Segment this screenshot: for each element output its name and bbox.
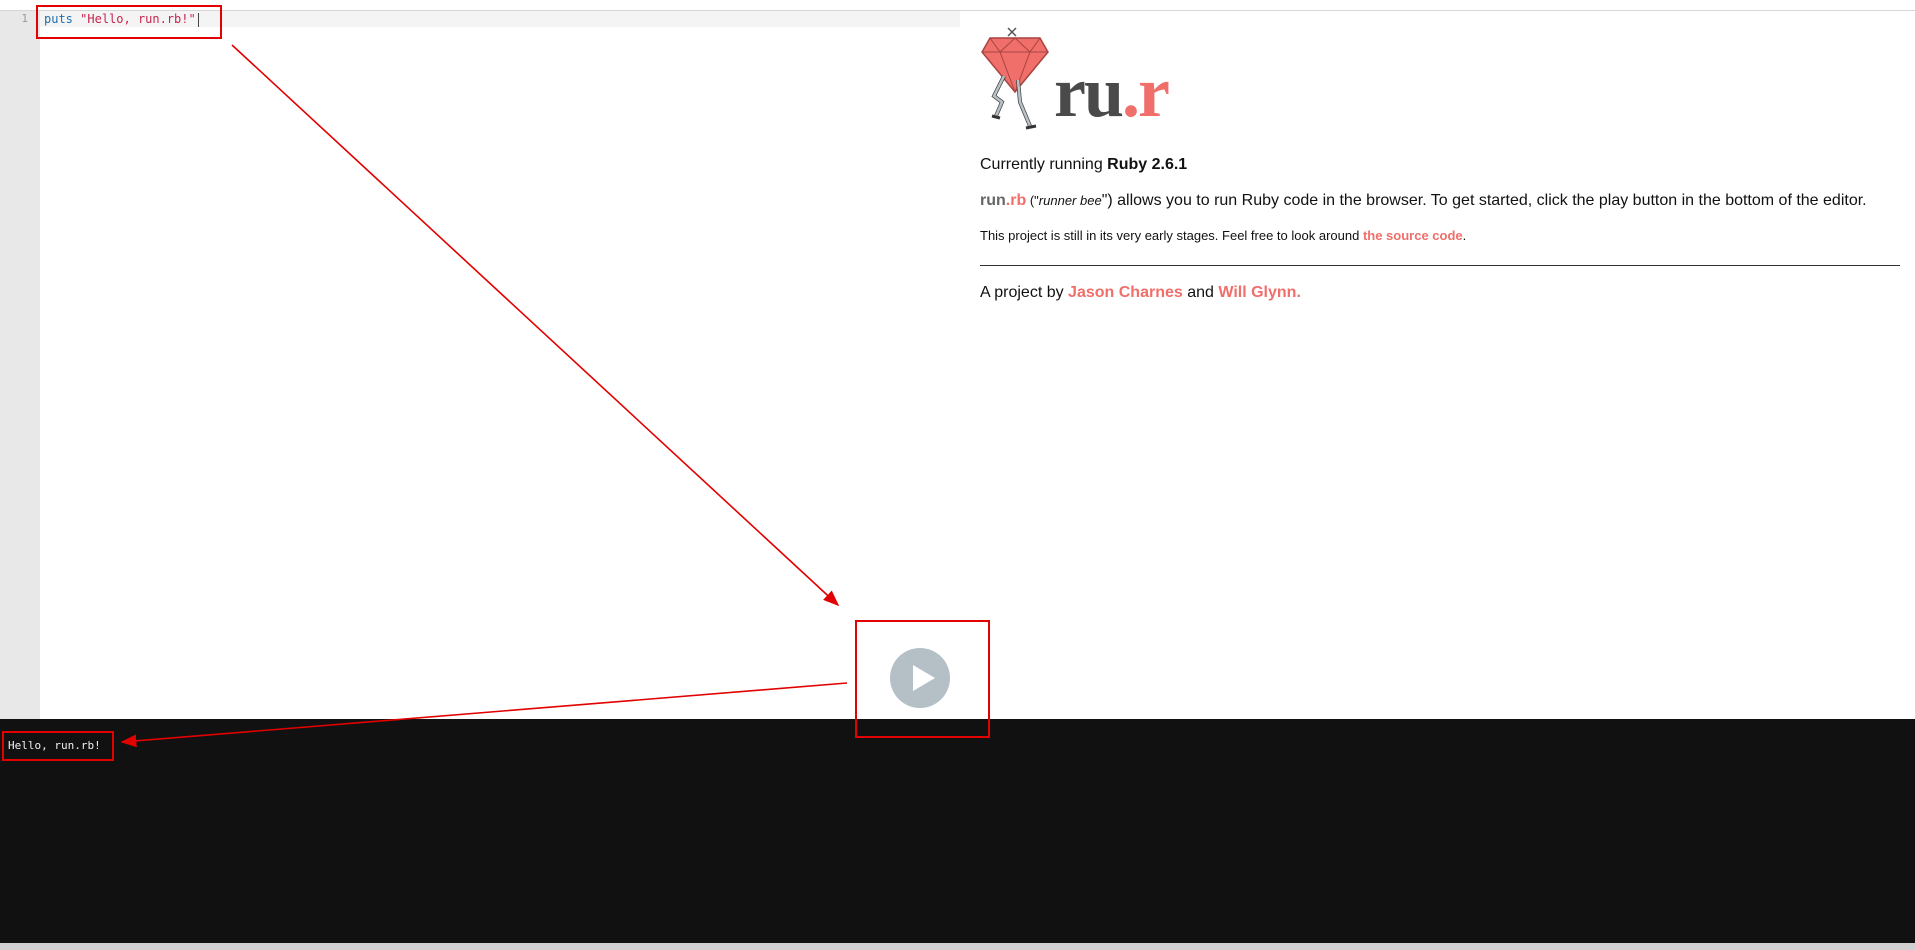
arrow-code-to-play — [231, 44, 840, 607]
arrow-play-to-output — [120, 682, 848, 748]
annotation-arrows — [120, 44, 848, 748]
